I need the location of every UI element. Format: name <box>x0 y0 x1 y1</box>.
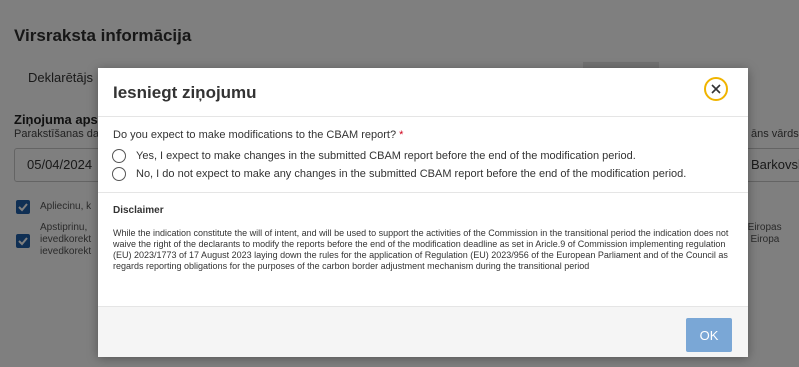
divider <box>98 192 748 193</box>
option-no[interactable]: No, I do not expect to make any changes … <box>112 167 686 181</box>
submit-report-dialog: Iesniegt ziņojumu Do you expect to make … <box>98 68 748 357</box>
question-text: Do you expect to make modifications to t… <box>113 129 397 141</box>
option-yes[interactable]: Yes, I expect to make changes in the sub… <box>112 149 636 163</box>
dialog-footer: OK <box>98 306 748 357</box>
modification-question: Do you expect to make modifications to t… <box>113 129 403 141</box>
disclaimer-text: While the indication constitute the will… <box>113 228 729 271</box>
disclaimer-title: Disclaimer <box>113 205 164 216</box>
dialog-header: Iesniegt ziņojumu <box>98 68 748 117</box>
radio-no[interactable] <box>112 167 126 181</box>
radio-yes[interactable] <box>112 149 126 163</box>
option-no-label: No, I do not expect to make any changes … <box>136 168 687 180</box>
dialog-title: Iesniegt ziņojumu <box>113 83 257 102</box>
required-mark: * <box>399 129 404 141</box>
close-icon <box>711 84 721 94</box>
ok-button[interactable]: OK <box>686 318 732 352</box>
option-yes-label: Yes, I expect to make changes in the sub… <box>136 150 636 162</box>
close-button[interactable] <box>704 77 728 101</box>
